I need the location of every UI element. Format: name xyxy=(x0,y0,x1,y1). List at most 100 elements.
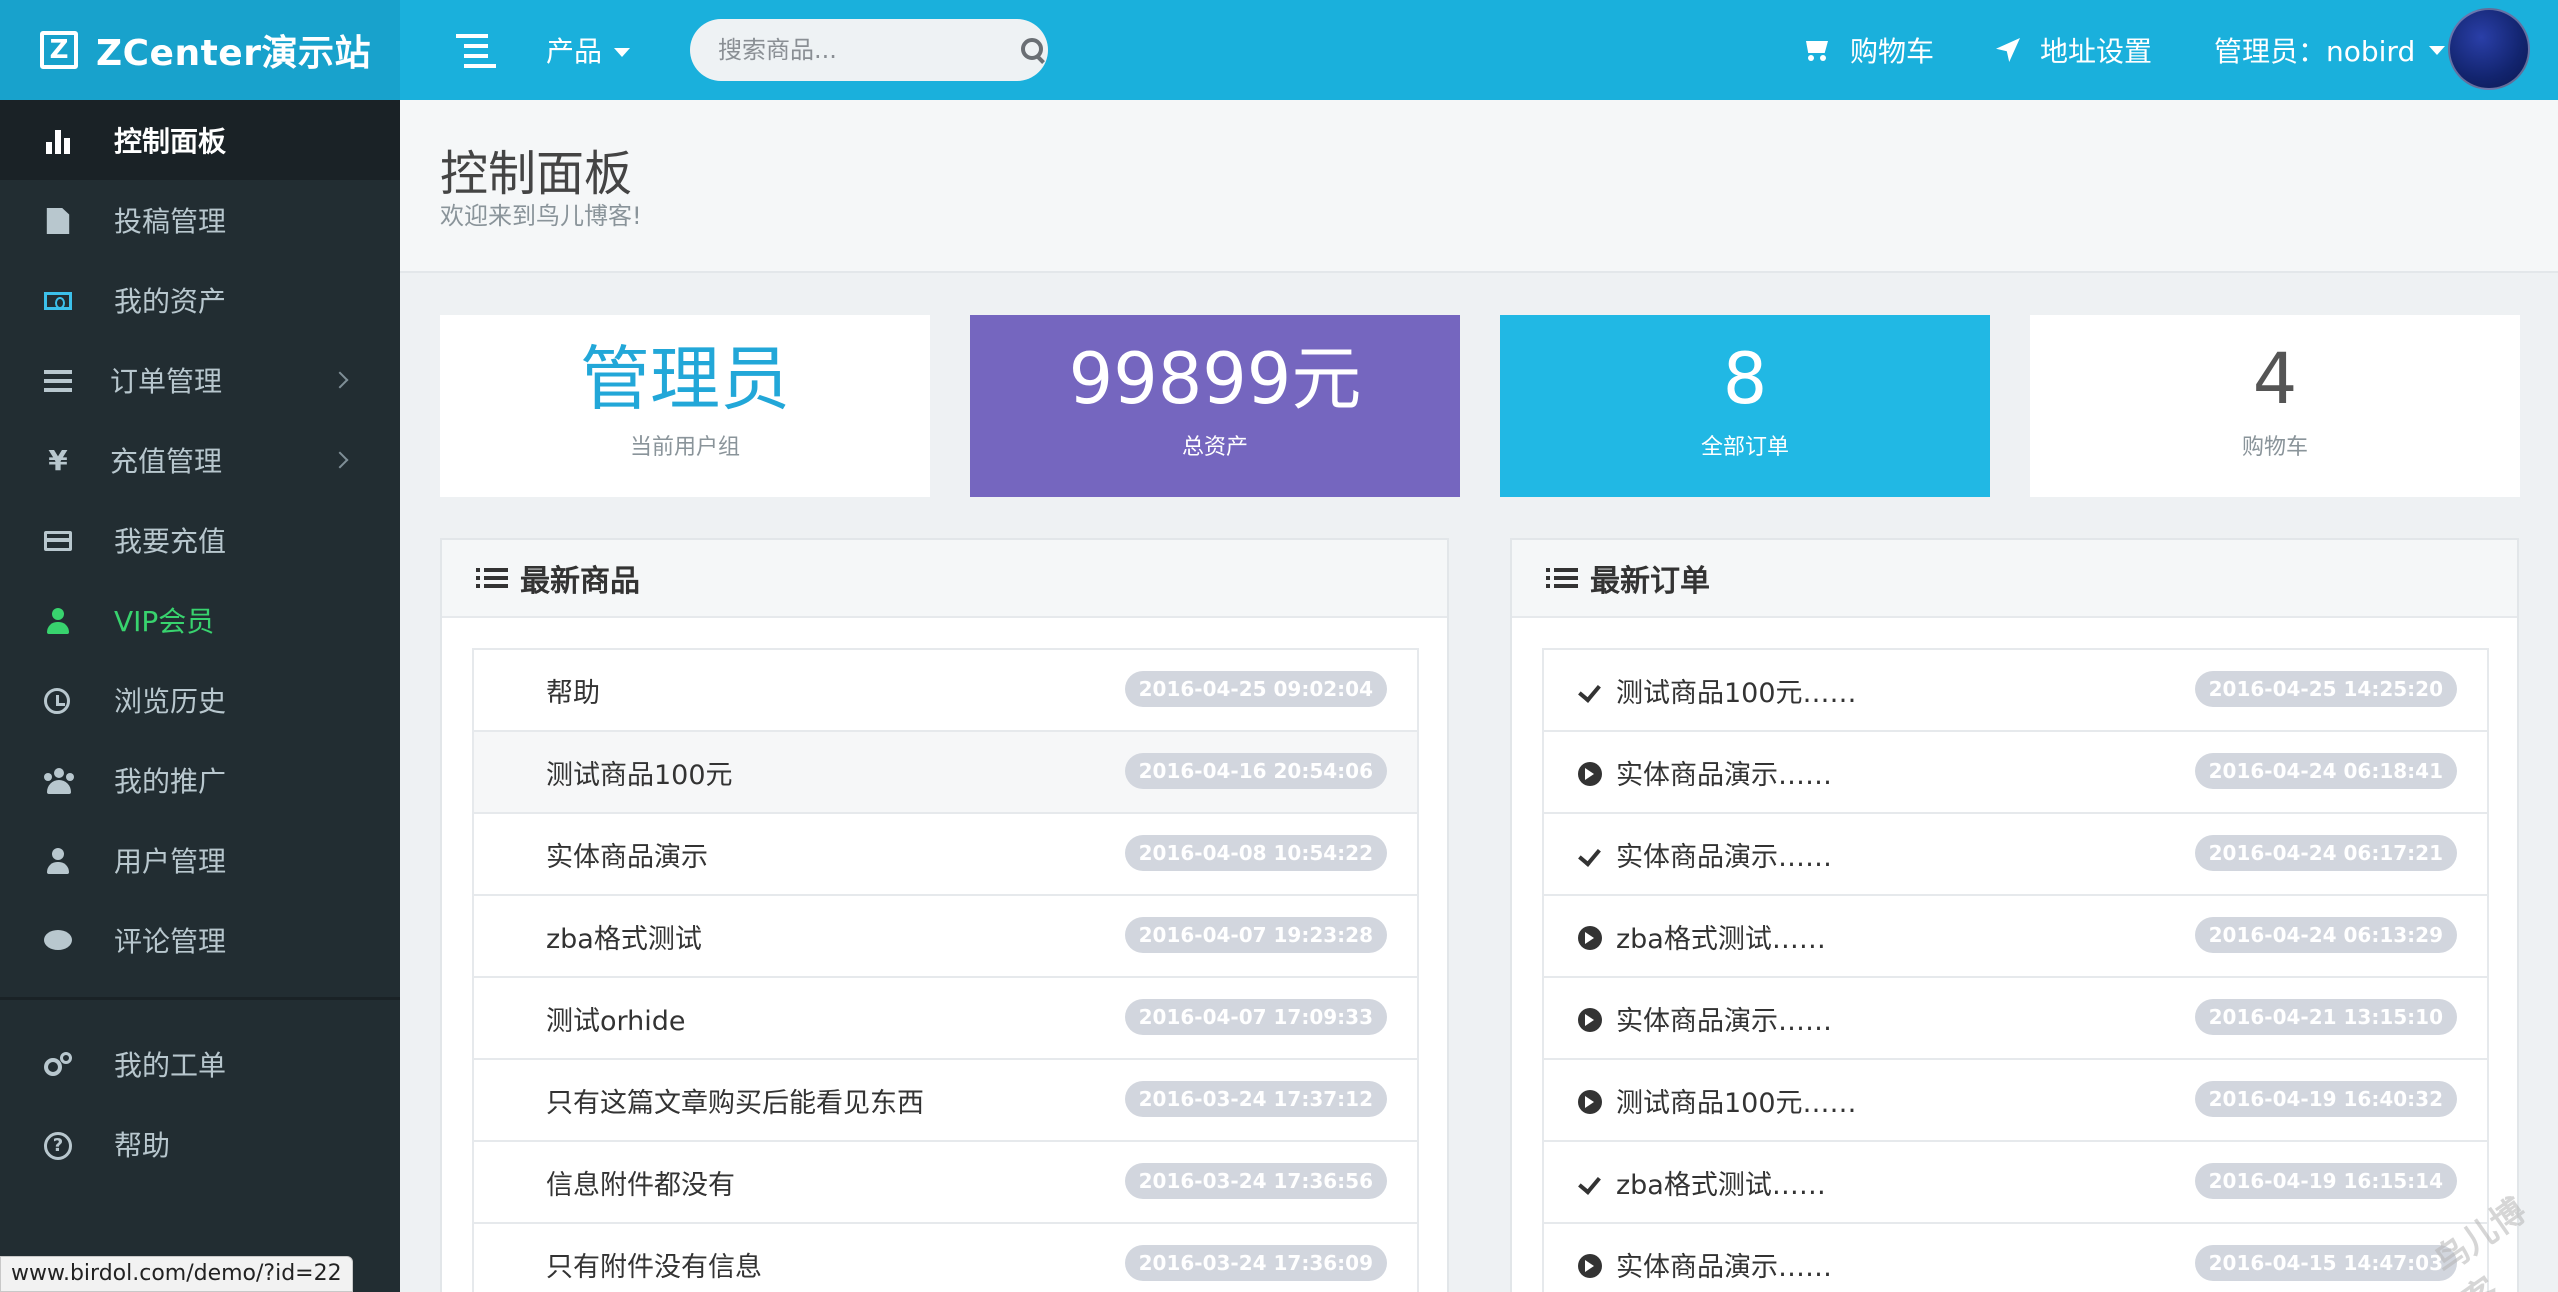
sidebar-item-label: 用户管理 xyxy=(114,845,227,878)
list-item[interactable]: 测试orhide 2016-04-07 17:09:33 xyxy=(474,978,1417,1060)
product-menu-dropdown[interactable]: 产品 xyxy=(546,26,631,74)
order-list: 测试商品100元…… 2016-04-25 14:25:20 实体商品演示…… … xyxy=(1542,648,2489,1292)
list-item[interactable]: zba格式测试 2016-04-07 19:23:28 xyxy=(474,896,1417,978)
user-menu-dropdown[interactable]: 管理员：nobird xyxy=(2214,26,2446,74)
latest-products-panel: 最新商品 帮助 2016-04-25 09:02:04 测试商品100元 201… xyxy=(440,538,1449,1292)
list-item[interactable]: 只有这篇文章购买后能看见东西 2016-03-24 17:37:12 xyxy=(474,1060,1417,1142)
order-name: 测试商品100元…… xyxy=(1616,677,1857,709)
shopping-cart-icon xyxy=(1802,39,1830,61)
product-name: 只有附件没有信息 xyxy=(546,1251,762,1283)
sidebar-item-label: 订单管理 xyxy=(110,365,223,398)
sidebar-item-submissions[interactable]: 投稿管理 xyxy=(0,180,400,260)
brand-logo-icon: Z xyxy=(40,31,78,69)
sidebar-item-help[interactable]: ? 帮助 xyxy=(0,1104,400,1184)
sidebar-item-dashboard[interactable]: 控制面板 xyxy=(0,100,400,180)
sidebar-item-orders[interactable]: 订单管理 xyxy=(0,340,400,420)
product-name: 实体商品演示 xyxy=(546,841,708,873)
date-badge: 2016-03-24 17:36:56 xyxy=(1124,1163,1387,1199)
date-badge: 2016-03-24 17:36:09 xyxy=(1124,1245,1387,1281)
sidebar-toggle-button[interactable] xyxy=(456,34,496,68)
list-item[interactable]: 测试商品100元 2016-04-16 20:54:06 xyxy=(474,732,1417,814)
list-icon xyxy=(44,368,72,394)
order-name: 实体商品演示…… xyxy=(1616,1005,1832,1037)
list-item[interactable]: 实体商品演示…… 2016-04-21 13:15:10 xyxy=(1544,978,2487,1060)
stat-value: 8 xyxy=(1722,338,1768,420)
stat-label: 购物车 xyxy=(2241,435,2308,460)
page-title: 控制面板 xyxy=(440,146,633,202)
panel-header: 最新订单 xyxy=(1512,540,2517,618)
date-badge: 2016-04-07 17:09:33 xyxy=(1124,999,1387,1035)
users-icon xyxy=(44,768,74,794)
sidebar-item-promotion[interactable]: 我的推广 xyxy=(0,740,400,820)
chevron-right-icon xyxy=(331,451,349,469)
product-name: 测试商品100元 xyxy=(546,759,733,791)
product-name: 帮助 xyxy=(546,677,600,709)
comment-icon xyxy=(44,930,72,950)
list-item[interactable]: zba格式测试…… 2016-04-19 16:15:14 xyxy=(1544,1142,2487,1224)
date-badge: 2016-04-25 09:02:04 xyxy=(1124,671,1387,707)
caret-down-icon xyxy=(2429,45,2446,55)
order-name: zba格式测试…… xyxy=(1616,923,1826,955)
list-item[interactable]: 实体商品演示…… 2016-04-24 06:17:21 xyxy=(1544,814,2487,896)
list-item[interactable]: 只有附件没有信息 2016-03-24 17:36:09 xyxy=(474,1224,1417,1292)
list-item[interactable]: 测试商品100元…… 2016-04-19 16:40:32 xyxy=(1544,1060,2487,1142)
stat-user-group: 管理员 当前用户组 xyxy=(440,315,930,497)
date-badge: 2016-04-24 06:18:41 xyxy=(2194,753,2457,789)
cart-link[interactable]: 购物车 xyxy=(1802,26,1934,74)
sidebar-item-comments[interactable]: 评论管理 xyxy=(0,900,400,980)
list-item[interactable]: 实体商品演示 2016-04-08 10:54:22 xyxy=(474,814,1417,896)
sidebar-item-recharge[interactable]: 我要充值 xyxy=(0,500,400,580)
sidebar-item-users[interactable]: 用户管理 xyxy=(0,820,400,900)
order-name: 实体商品演示…… xyxy=(1616,759,1832,791)
list-item[interactable]: 信息附件都没有 2016-03-24 17:36:56 xyxy=(474,1142,1417,1224)
sidebar-item-label: 我要充值 xyxy=(114,525,227,558)
check-icon xyxy=(1578,680,1602,704)
list-item[interactable]: zba格式测试…… 2016-04-24 06:13:29 xyxy=(1544,896,2487,978)
list-icon xyxy=(476,566,508,590)
sidebar-item-label: 浏览历史 xyxy=(114,685,227,718)
stat-label: 总资产 xyxy=(1181,435,1248,460)
question-circle-icon: ? xyxy=(44,1132,72,1160)
sidebar: 控制面板 投稿管理 我的资产 订单管理 ¥ 充值管理 我要充值 VIP会员 浏览… xyxy=(0,100,400,1292)
order-name: 实体商品演示…… xyxy=(1616,841,1832,873)
date-badge: 2016-04-21 13:15:10 xyxy=(2194,999,2457,1035)
top-navbar: Z ZCenter演示站 产品 购物车 地址设置 管理员：nobird xyxy=(0,0,2558,100)
sidebar-item-recharge-management[interactable]: ¥ 充值管理 xyxy=(0,420,400,500)
sidebar-item-label: 充值管理 xyxy=(110,445,223,478)
stat-cart: 4 购物车 xyxy=(2030,315,2520,497)
bar-chart-icon xyxy=(44,128,72,154)
date-badge: 2016-04-19 16:15:14 xyxy=(2194,1163,2457,1199)
list-item[interactable]: 实体商品演示…… 2016-04-24 06:18:41 xyxy=(1544,732,2487,814)
sidebar-item-label: 帮助 xyxy=(114,1129,171,1162)
money-icon xyxy=(44,292,72,310)
stat-total-assets: 99899元 总资产 xyxy=(970,315,1460,497)
date-badge: 2016-04-24 06:13:29 xyxy=(2194,917,2457,953)
sidebar-item-tickets[interactable]: 我的工单 xyxy=(0,1024,400,1104)
date-badge: 2016-04-19 16:40:32 xyxy=(2194,1081,2457,1117)
date-badge: 2016-04-25 14:25:20 xyxy=(2194,671,2457,707)
stat-value: 99899元 xyxy=(1068,338,1362,420)
search-icon[interactable] xyxy=(1018,35,1043,65)
credit-card-icon xyxy=(44,531,72,551)
sidebar-item-label: 投稿管理 xyxy=(114,205,227,238)
search-box xyxy=(690,19,1048,81)
address-settings-label: 地址设置 xyxy=(2040,35,2153,68)
stat-label: 当前用户组 xyxy=(629,435,740,460)
list-item[interactable]: 测试商品100元…… 2016-04-25 14:25:20 xyxy=(1544,650,2487,732)
search-input[interactable] xyxy=(718,36,1018,64)
product-name: 只有这篇文章购买后能看见东西 xyxy=(546,1087,924,1119)
sidebar-item-assets[interactable]: 我的资产 xyxy=(0,260,400,340)
user-icon xyxy=(44,848,72,874)
sidebar-item-label: 我的推广 xyxy=(114,765,227,798)
avatar[interactable] xyxy=(2448,8,2530,90)
order-name: 实体商品演示…… xyxy=(1616,1251,1832,1283)
list-icon xyxy=(1546,566,1578,590)
arrow-circle-icon xyxy=(1578,926,1602,950)
chevron-right-icon xyxy=(331,371,349,389)
address-settings-link[interactable]: 地址设置 xyxy=(1996,26,2152,74)
brand[interactable]: Z ZCenter演示站 xyxy=(0,0,400,100)
list-item[interactable]: 帮助 2016-04-25 09:02:04 xyxy=(474,650,1417,732)
sidebar-item-history[interactable]: 浏览历史 xyxy=(0,660,400,740)
list-item[interactable]: 实体商品演示…… 2016-04-15 14:47:03 xyxy=(1544,1224,2487,1292)
sidebar-item-vip[interactable]: VIP会员 xyxy=(0,580,400,660)
